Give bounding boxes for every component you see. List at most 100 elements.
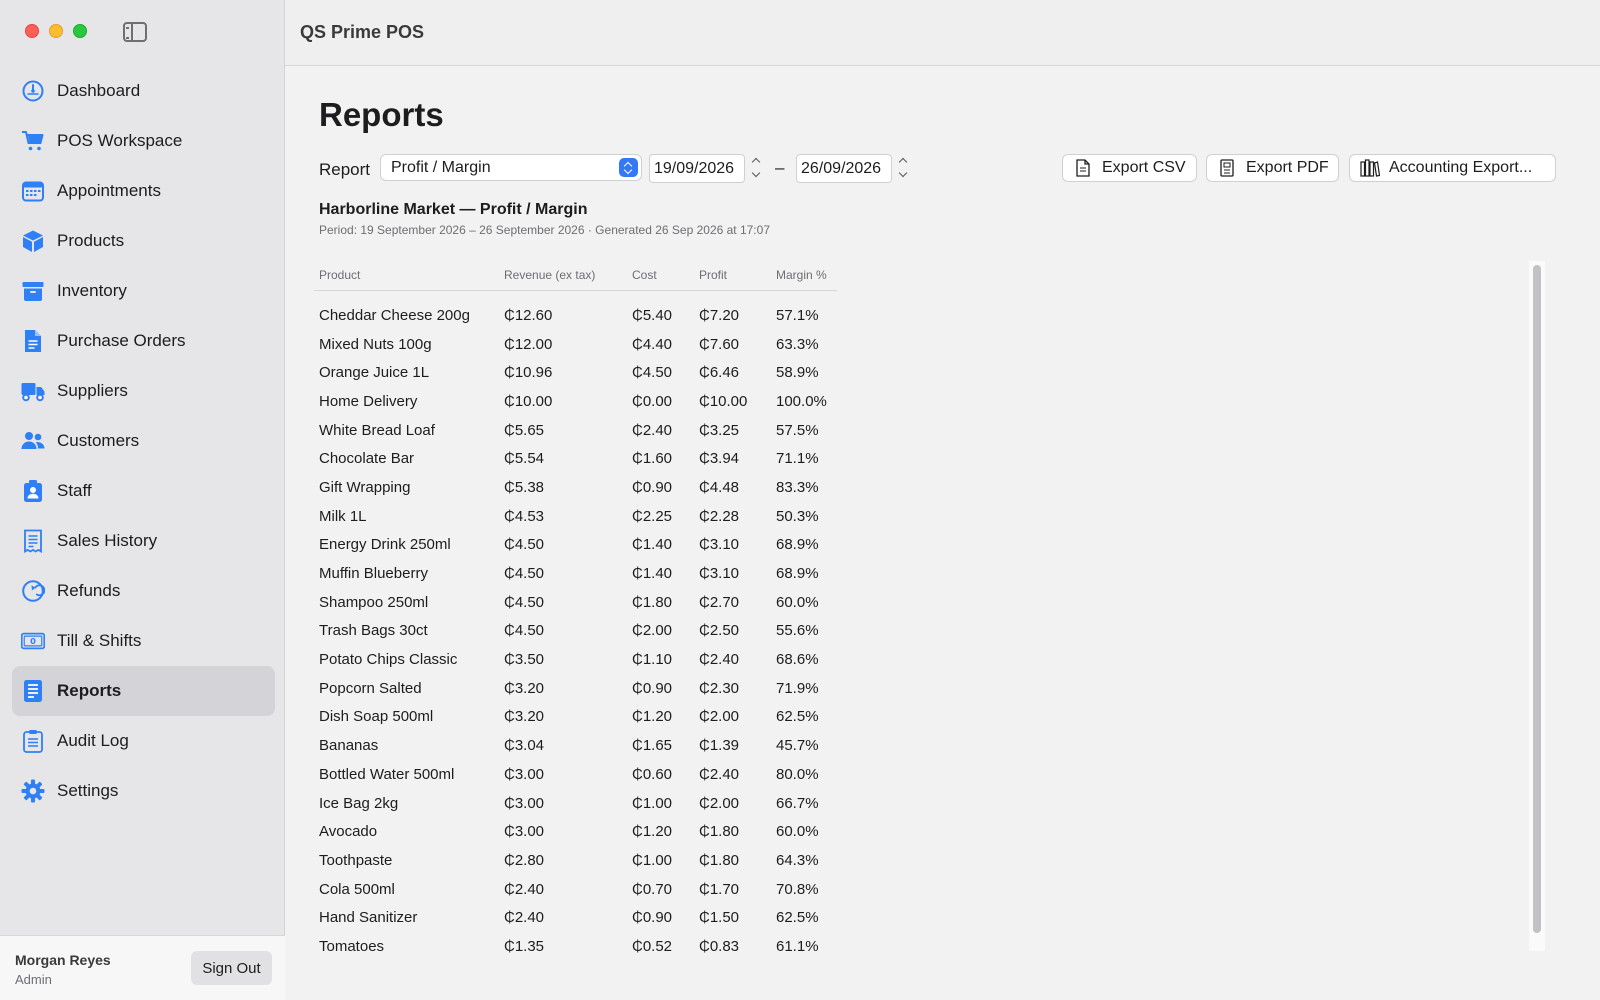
- vertical-scrollbar[interactable]: [1529, 261, 1545, 951]
- table-row[interactable]: Cheddar Cheese 200g ₵12.60 ₵5.40 ₵7.20 57.1%: [314, 301, 837, 330]
- table-row[interactable]: Energy Drink 250ml ₵4.50 ₵1.40 ₵3.10 68.9%: [314, 531, 837, 560]
- sidebar-item-sales-history[interactable]: Sales History: [12, 516, 275, 566]
- sidebar-item-label: Inventory: [57, 281, 127, 300]
- profit-cell: ₵1.70: [699, 880, 740, 898]
- minimize-window-button[interactable]: [49, 24, 63, 38]
- sidebar-item-audit-log[interactable]: Audit Log: [12, 716, 275, 766]
- product-cell: Ice Bag 2kg: [319, 794, 399, 812]
- margin-cell: 71.1%: [776, 450, 819, 468]
- sidebar-item-suppliers[interactable]: Suppliers: [12, 366, 275, 416]
- table-row[interactable]: Hand Sanitizer ₵2.40 ₵0.90 ₵1.50 62.5%: [314, 903, 837, 932]
- revenue-cell: ₵2.40: [504, 880, 545, 898]
- column-header-product[interactable]: Product: [314, 260, 499, 291]
- sign-out-button[interactable]: Sign Out: [191, 951, 272, 985]
- export-csv-button[interactable]: Export CSV: [1062, 154, 1197, 182]
- margin-cell: 61.1%: [776, 937, 819, 955]
- table-row[interactable]: Avocado ₵3.00 ₵1.20 ₵1.80 60.0%: [314, 817, 837, 846]
- stepper-up-icon[interactable]: [748, 154, 765, 168]
- stepper-down-icon[interactable]: [895, 168, 912, 182]
- table-row[interactable]: Bananas ₵3.04 ₵1.65 ₵1.39 45.7%: [314, 731, 837, 760]
- page-title: Reports: [319, 96, 444, 133]
- sidebar-item-till-and-shifts[interactable]: 0 Till & Shifts: [12, 616, 275, 666]
- sidebar-item-appointments[interactable]: Appointments: [12, 166, 275, 216]
- table-row[interactable]: Muffin Blueberry ₵4.50 ₵1.40 ₵3.10 68.9%: [314, 559, 837, 588]
- sidebar-item-label: Reports: [57, 681, 122, 700]
- table-row[interactable]: Dish Soap 500ml ₵3.20 ₵1.20 ₵2.00 62.5%: [314, 703, 837, 732]
- table-row[interactable]: Chocolate Bar ₵5.54 ₵1.60 ₵3.94 71.1%: [314, 444, 837, 473]
- profit-cell: ₵1.50: [699, 909, 740, 927]
- table-row[interactable]: Cola 500ml ₵2.40 ₵0.70 ₵1.70 70.8%: [314, 875, 837, 904]
- cost-cell: ₵1.80: [632, 593, 673, 611]
- table-row[interactable]: Ice Bag 2kg ₵3.00 ₵1.00 ₵2.00 66.7%: [314, 789, 837, 818]
- profit-cell: ₵2.40: [699, 651, 740, 669]
- table-row[interactable]: Gift Wrapping ₵5.38 ₵0.90 ₵4.48 83.3%: [314, 473, 837, 502]
- stepper-up-icon[interactable]: [895, 154, 912, 168]
- sidebar-item-reports[interactable]: Reports: [12, 666, 275, 716]
- date-from-field[interactable]: 19/09/2026: [649, 154, 745, 183]
- sidebar-item-refunds[interactable]: Refunds: [12, 566, 275, 616]
- sidebar-item-purchase-orders[interactable]: Purchase Orders: [12, 316, 275, 366]
- date-to-field[interactable]: 26/09/2026: [796, 154, 892, 183]
- margin-cell: 68.9%: [776, 565, 819, 583]
- table-row[interactable]: Tomatoes ₵1.35 ₵0.52 ₵0.83 61.1%: [314, 932, 837, 960]
- revenue-cell: ₵4.53: [504, 507, 545, 525]
- sidebar-item-staff[interactable]: Staff: [12, 466, 275, 516]
- export-pdf-button[interactable]: Export PDF: [1206, 154, 1339, 182]
- revenue-cell: ₵4.50: [504, 593, 545, 611]
- table-row[interactable]: Trash Bags 30ct ₵4.50 ₵2.00 ₵2.50 55.6%: [314, 617, 837, 646]
- column-header-cost[interactable]: Cost: [627, 260, 694, 291]
- table-row[interactable]: White Bread Loaf ₵5.65 ₵2.40 ₵3.25 57.5%: [314, 416, 837, 445]
- product-cell: Cola 500ml: [319, 880, 395, 898]
- revenue-cell: ₵3.00: [504, 765, 545, 783]
- margin-cell: 71.9%: [776, 679, 819, 697]
- table-row[interactable]: Milk 1L ₵4.53 ₵2.25 ₵2.28 50.3%: [314, 502, 837, 531]
- table-row[interactable]: Popcorn Salted ₵3.20 ₵0.90 ₵2.30 71.9%: [314, 674, 837, 703]
- dashboard-icon: [20, 78, 46, 104]
- revenue-cell: ₵2.80: [504, 851, 545, 869]
- sidebar-item-pos-workspace[interactable]: POS Workspace: [12, 116, 275, 166]
- column-header-profit[interactable]: Profit: [694, 260, 771, 291]
- table-row[interactable]: Bottled Water 500ml ₵3.00 ₵0.60 ₵2.40 80.0%: [314, 760, 837, 789]
- product-cell: Cheddar Cheese 200g: [319, 306, 470, 324]
- profit-cell: ₵3.25: [699, 421, 740, 439]
- user-role: Admin: [15, 972, 52, 987]
- zoom-window-button[interactable]: [73, 24, 87, 38]
- report-type-select[interactable]: Profit / Margin: [380, 154, 642, 181]
- scrollbar-thumb[interactable]: [1533, 265, 1541, 933]
- profit-cell: ₵2.70: [699, 593, 740, 611]
- sidebar-item-settings[interactable]: Settings: [12, 766, 275, 816]
- margin-cell: 50.3%: [776, 507, 819, 525]
- product-cell: White Bread Loaf: [319, 421, 435, 439]
- column-header-revenue[interactable]: Revenue (ex tax): [499, 260, 627, 291]
- main-content: Reports Report Profit / Margin 19/09/202…: [286, 66, 1600, 1000]
- table-row[interactable]: Toothpaste ₵2.80 ₵1.00 ₵1.80 64.3%: [314, 846, 837, 875]
- table-row[interactable]: Potato Chips Classic ₵3.50 ₵1.10 ₵2.40 68.6%: [314, 645, 837, 674]
- stepper-down-icon[interactable]: [748, 168, 765, 182]
- product-cell: Shampoo 250ml: [319, 593, 429, 611]
- cost-cell: ₵1.20: [632, 823, 673, 841]
- cost-cell: ₵1.40: [632, 565, 673, 583]
- table-row[interactable]: Orange Juice 1L ₵10.96 ₵4.50 ₵6.46 58.9%: [314, 358, 837, 387]
- sidebar-toggle-icon[interactable]: [123, 22, 147, 42]
- date-to-stepper[interactable]: [895, 154, 912, 183]
- accounting-export-button[interactable]: Accounting Export...: [1349, 154, 1556, 182]
- sidebar-item-products[interactable]: Products: [12, 216, 275, 266]
- sidebar-item-inventory[interactable]: Inventory: [12, 266, 275, 316]
- table-row[interactable]: Mixed Nuts 100g ₵12.00 ₵4.40 ₵7.60 63.3%: [314, 330, 837, 359]
- sidebar-item-customers[interactable]: Customers: [12, 416, 275, 466]
- revenue-cell: ₵3.50: [504, 651, 545, 669]
- sidebar-item-dashboard[interactable]: Dashboard: [12, 66, 275, 116]
- table-row[interactable]: Home Delivery ₵10.00 ₵0.00 ₵10.00 100.0%: [314, 387, 837, 416]
- column-header-margin[interactable]: Margin %: [771, 260, 837, 291]
- profit-cell: ₵10.00: [699, 392, 748, 410]
- close-window-button[interactable]: [25, 24, 39, 38]
- badge-icon: [20, 478, 46, 504]
- cost-cell: ₵1.20: [632, 708, 673, 726]
- report-toolbar: Report Profit / Margin 19/09/2026 – 26/0…: [319, 154, 1579, 184]
- revenue-cell: ₵5.65: [504, 421, 545, 439]
- user-name: Morgan Reyes: [15, 952, 111, 968]
- date-from-stepper[interactable]: [748, 154, 765, 183]
- table-row[interactable]: Shampoo 250ml ₵4.50 ₵1.80 ₵2.70 60.0%: [314, 588, 837, 617]
- table-header-row: Product Revenue (ex tax) Cost Profit Mar…: [314, 260, 837, 291]
- cost-cell: ₵5.40: [632, 306, 673, 324]
